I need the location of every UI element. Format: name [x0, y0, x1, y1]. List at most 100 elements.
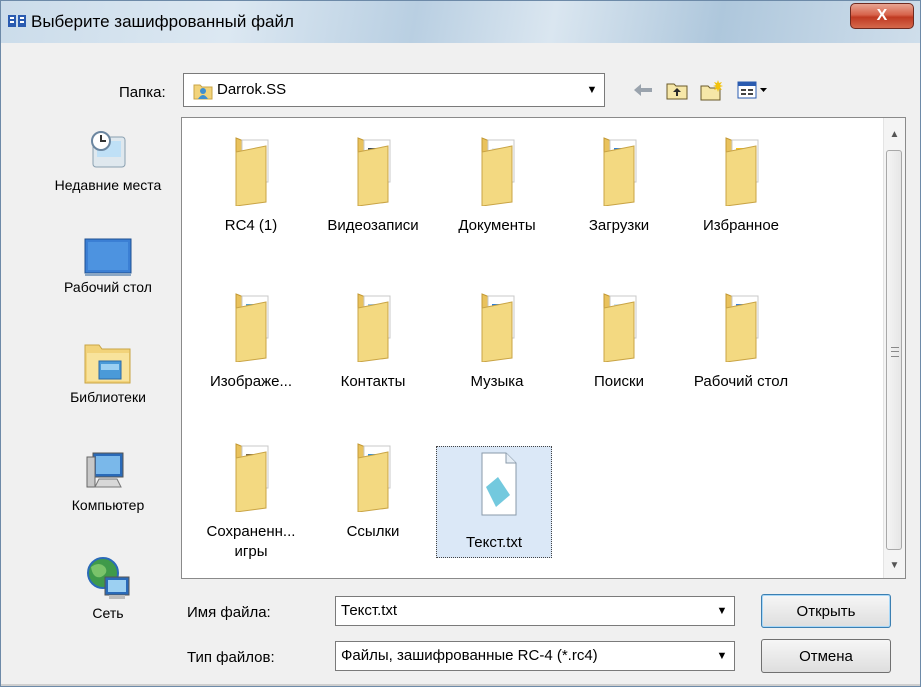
computer-icon: [86, 452, 124, 488]
scroll-thumb[interactable]: [886, 150, 902, 550]
file-label: Документы: [458, 217, 536, 234]
chevron-down-icon[interactable]: ▼: [582, 77, 602, 103]
open-file-dialog: Выберите зашифрованный файл X Папка: Dar…: [0, 0, 921, 687]
user-folder-icon: [193, 84, 213, 100]
filetype-label: Тип файлов:: [187, 649, 275, 666]
saved-games-folder-icon: [235, 443, 269, 513]
folder-item[interactable]: RC4 (1): [190, 130, 312, 236]
network-icon: [87, 557, 130, 599]
thumbnail: [190, 130, 312, 207]
file-label: Рабочий стол: [693, 373, 789, 390]
scroll-up-icon[interactable]: ▲: [884, 124, 905, 144]
app-icon: [8, 15, 26, 27]
file-item-selected[interactable]: Текст.txt: [436, 446, 552, 558]
file-label: Поиски: [594, 373, 644, 390]
view-menu-icon[interactable]: [735, 77, 771, 103]
file-label: Видеозаписи: [327, 217, 419, 234]
new-folder-icon[interactable]: [697, 77, 727, 103]
folder-item[interactable]: Избранное: [680, 130, 802, 236]
folder-item[interactable]: Контакты: [312, 286, 434, 392]
place-desktop[interactable]: Рабочий стол: [41, 237, 175, 295]
grip-icon: [891, 347, 899, 357]
file-label: Текст.txt: [465, 534, 523, 551]
contacts-folder-icon: [357, 293, 391, 363]
thumbnail: [437, 447, 559, 523]
desktop-icon: [84, 238, 132, 276]
open-button[interactable]: Открыть: [761, 594, 891, 628]
file-label: Ссылки: [346, 523, 400, 540]
cancel-button[interactable]: Отмена: [761, 639, 891, 673]
music-folder-icon: [481, 293, 515, 363]
file-label: Музыка: [470, 373, 524, 390]
filename-label: Имя файла:: [187, 604, 271, 621]
scroll-down-icon[interactable]: ▼: [884, 555, 905, 575]
vertical-scrollbar[interactable]: ▲ ▼: [883, 118, 905, 578]
divider: [1, 684, 920, 686]
place-label: Библиотеки: [70, 389, 146, 405]
thumbnail: [680, 130, 802, 207]
window-title: Выберите зашифрованный файл: [31, 12, 294, 31]
file-list[interactable]: RC4 (1) Видеозаписи Документы Загрузки Избра…: [181, 117, 906, 579]
thumbnail: [436, 130, 558, 207]
file-label: Избранное: [702, 217, 780, 234]
place-label: Компьютер: [71, 497, 145, 513]
close-icon: X: [876, 7, 888, 24]
place-recent[interactable]: Недавние места: [41, 127, 175, 193]
folder-item[interactable]: Документы: [436, 130, 558, 236]
folder-label: Папка:: [119, 84, 166, 101]
text-file-icon: [481, 452, 517, 516]
place-label: Недавние места: [54, 177, 162, 193]
place-libraries[interactable]: Библиотеки: [41, 337, 175, 405]
thumbnail: [680, 286, 802, 363]
pictures-folder-icon: [235, 293, 269, 363]
searches-folder-icon: [603, 293, 637, 363]
folder-item[interactable]: Видеозаписи: [312, 130, 434, 236]
places-bar: Недавние места Рабочий стол Библиотеки К…: [41, 119, 175, 639]
current-folder: Darrok.SS: [217, 81, 287, 98]
thumbnail: [190, 286, 312, 363]
filename-value: Текст.txt: [341, 602, 398, 619]
folder-item[interactable]: Ссылки: [312, 436, 434, 542]
folder-item[interactable]: Поиски: [558, 286, 680, 392]
favorites-folder-icon: [725, 137, 759, 207]
title-bar[interactable]: Выберите зашифрованный файл X: [1, 1, 920, 43]
place-label: Рабочий стол: [64, 279, 152, 295]
filename-input[interactable]: Текст.txt ▼: [335, 596, 735, 626]
chevron-down-icon[interactable]: ▼: [712, 644, 732, 668]
folder-item[interactable]: Рабочий стол: [680, 286, 802, 392]
folder-item[interactable]: Сохраненн... игры: [190, 436, 312, 562]
thumbnail: [312, 130, 434, 207]
documents-folder-icon: [481, 137, 515, 207]
place-computer[interactable]: Компьютер: [41, 449, 175, 513]
folder-item[interactable]: Изображе...: [190, 286, 312, 392]
links-folder-icon: [357, 443, 391, 513]
folder-up-icon[interactable]: [663, 77, 691, 103]
file-label: Сохраненн... игры: [206, 523, 296, 560]
folder-combobox[interactable]: Darrok.SS ▼: [183, 73, 605, 107]
close-button[interactable]: X: [850, 3, 914, 29]
folder-item[interactable]: Загрузки: [558, 130, 680, 236]
file-label: Контакты: [340, 373, 406, 390]
chevron-down-icon[interactable]: ▼: [712, 599, 732, 623]
downloads-folder-icon: [603, 137, 637, 207]
thumbnail: [558, 130, 680, 207]
thumbnail: [312, 436, 434, 513]
thumbnail: [190, 436, 312, 513]
desktop-folder-icon: [725, 293, 759, 363]
recent-places-icon: [91, 131, 126, 168]
libraries-icon: [84, 344, 131, 384]
thumbnail: [436, 286, 558, 363]
place-network[interactable]: Сеть: [41, 555, 175, 621]
back-arrow-icon[interactable]: [629, 77, 657, 103]
place-label: Сеть: [92, 605, 124, 621]
thumbnail: [558, 286, 680, 363]
file-label: Загрузки: [588, 217, 650, 234]
filetype-value: Файлы, зашифрованные RC-4 (*.rc4): [341, 647, 598, 664]
thumbnail: [312, 286, 434, 363]
filetype-select[interactable]: Файлы, зашифрованные RC-4 (*.rc4) ▼: [335, 641, 735, 671]
file-label: Изображе...: [210, 373, 292, 390]
file-label: RC4 (1): [224, 217, 278, 234]
folder-item[interactable]: Музыка: [436, 286, 558, 392]
videos-folder-icon: [357, 137, 391, 207]
folder-icon: [235, 137, 269, 207]
